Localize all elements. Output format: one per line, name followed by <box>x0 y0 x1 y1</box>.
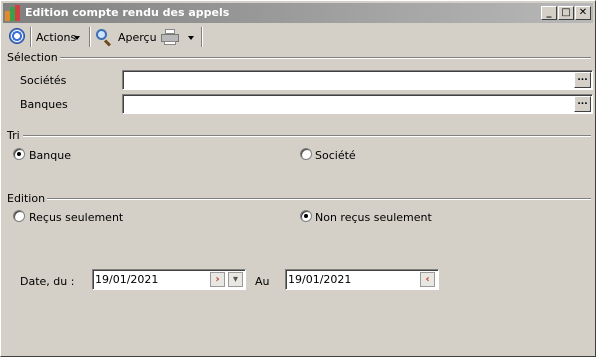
window-title: Edition compte rendu des appels <box>25 6 230 19</box>
radio-societe[interactable] <box>300 148 312 160</box>
printer-icon[interactable] <box>161 29 179 45</box>
edition-group-label: Edition <box>7 192 48 205</box>
date-to-value: 19/01/2021 <box>288 273 352 286</box>
banques-label: Banques <box>20 98 68 111</box>
arrow-left-icon[interactable]: ‹ <box>420 272 435 287</box>
arrow-right-icon[interactable]: › <box>210 272 225 287</box>
group-divider <box>23 135 591 137</box>
tri-group-label: Tri <box>7 129 22 142</box>
date-to-field[interactable]: 19/01/2021 <box>285 269 439 290</box>
date-from-value: 19/01/2021 <box>95 273 159 286</box>
toolbar-separator <box>30 27 32 47</box>
title-bar[interactable]: Edition compte rendu des appels _ □ ✕ <box>3 3 593 23</box>
radio-recus-seulement[interactable] <box>13 210 25 222</box>
radio-non-recus-seulement-label[interactable]: Non reçus seulement <box>315 211 432 224</box>
radio-banque[interactable] <box>13 148 25 160</box>
actions-menu-button[interactable]: Actions <box>36 31 76 44</box>
group-divider <box>44 198 591 200</box>
radio-recus-seulement-label[interactable]: Reçus seulement <box>29 211 123 224</box>
toolbar: Actions Aperçu <box>3 25 593 49</box>
date-from-label: Date, du : <box>20 275 75 288</box>
chevron-down-icon[interactable] <box>188 36 194 40</box>
dropdown-arrow-icon[interactable]: ▾ <box>228 272 243 287</box>
refresh-icon[interactable] <box>9 28 25 44</box>
banques-field[interactable] <box>122 94 593 114</box>
toolbar-separator <box>89 27 91 47</box>
minimize-button[interactable]: _ <box>541 6 557 20</box>
societes-field[interactable] <box>122 70 593 90</box>
selection-group-label: Sélection <box>7 51 60 64</box>
group-divider <box>55 57 591 59</box>
apercu-button[interactable]: Aperçu <box>118 31 157 44</box>
maximize-button[interactable]: □ <box>558 6 574 20</box>
close-button[interactable]: ✕ <box>575 6 591 20</box>
radio-societe-label[interactable]: Société <box>315 149 356 162</box>
toolbar-separator <box>201 27 203 47</box>
societes-browse-button[interactable]: ... <box>574 72 591 88</box>
banques-browse-button[interactable]: ... <box>574 96 591 112</box>
magnifier-icon[interactable] <box>96 29 112 47</box>
radio-non-recus-seulement[interactable] <box>300 210 312 222</box>
chevron-down-icon[interactable] <box>74 36 80 40</box>
societes-label: Sociétés <box>20 74 67 87</box>
app-icon <box>5 5 21 21</box>
dialog-window: Edition compte rendu des appels _ □ ✕ Ac… <box>0 0 596 357</box>
date-to-label: Au <box>255 275 270 288</box>
radio-banque-label[interactable]: Banque <box>29 149 71 162</box>
